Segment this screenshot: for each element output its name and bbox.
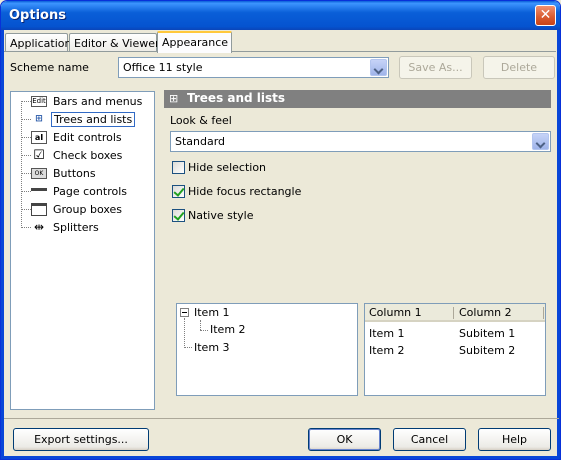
list-cell: Subitem 2: [459, 344, 516, 357]
cancel-button[interactable]: Cancel: [393, 428, 466, 451]
splitter-icon: ⇹: [33, 220, 45, 234]
tree-item-bars-menus[interactable]: Edit Bars and menus: [11, 93, 154, 111]
scheme-combo[interactable]: Office 11 style: [118, 57, 389, 78]
tree-icon: ⊞: [35, 114, 43, 124]
preview-tree[interactable]: Item 1 Item 2 Item 3: [176, 303, 358, 396]
options-window: Options ✕ Application Editor & Viewers A…: [0, 0, 561, 460]
tab-editor-viewers[interactable]: Editor & Viewers: [69, 33, 165, 52]
preview-tree-item[interactable]: Item 1: [194, 306, 230, 319]
hide-selection-checkbox[interactable]: Hide selection: [172, 161, 292, 176]
tree-item-buttons[interactable]: OK Buttons: [11, 165, 154, 183]
tree-item-check-boxes[interactable]: ☑ Check boxes: [11, 147, 154, 165]
scheme-name-label: Scheme name: [10, 61, 89, 74]
checkbox-box[interactable]: [172, 185, 185, 198]
close-button[interactable]: ✕: [535, 5, 556, 26]
list-header: Column 1 Column 2: [365, 304, 545, 322]
menu-bar-icon: Edit: [31, 96, 47, 107]
section-header: ⊞ Trees and lists: [164, 90, 551, 108]
native-style-checkbox[interactable]: Native style: [172, 209, 272, 224]
help-button[interactable]: Help: [478, 428, 551, 451]
tab-application[interactable]: Application: [5, 33, 71, 52]
collapse-icon[interactable]: [180, 308, 189, 317]
title-bar[interactable]: Options ✕: [1, 1, 560, 30]
frame-bottom: [1, 456, 560, 459]
checkbox-box[interactable]: [172, 209, 185, 222]
section-title: Trees and lists: [187, 91, 286, 105]
ok-button[interactable]: OK: [308, 428, 381, 451]
preview-tree-item[interactable]: Item 3: [194, 341, 230, 354]
chevron-down-icon[interactable]: [370, 59, 387, 76]
hide-focus-rect-checkbox[interactable]: Hide focus rectangle: [172, 185, 312, 200]
separator: [4, 418, 559, 419]
tab-page-border: [4, 51, 556, 52]
edit-control-icon: aI: [31, 131, 47, 144]
column-header[interactable]: Column 2: [459, 306, 512, 319]
page-control-icon: [31, 188, 47, 196]
export-settings-button[interactable]: Export settings...: [13, 428, 149, 451]
look-feel-combo[interactable]: Standard: [170, 131, 551, 152]
column-header[interactable]: Column 1: [369, 306, 422, 319]
button-icon: OK: [31, 168, 47, 179]
tree-item-page-controls[interactable]: Page controls: [11, 183, 154, 201]
checkbox-box[interactable]: [172, 161, 185, 174]
tree-item-group-boxes[interactable]: Group boxes: [11, 201, 154, 219]
scheme-value: Office 11 style: [123, 61, 203, 74]
tree-item-edit-controls[interactable]: aI Edit controls: [11, 129, 154, 147]
look-feel-label: Look & feel: [170, 114, 232, 127]
save-as-button[interactable]: Save As...: [399, 56, 472, 79]
list-cell: Subitem 1: [459, 327, 516, 340]
frame-right: [557, 30, 560, 459]
tree-icon: ⊞: [169, 92, 179, 105]
close-icon: ✕: [539, 7, 552, 23]
list-cell[interactable]: Item 2: [369, 344, 405, 357]
list-cell[interactable]: Item 1: [369, 327, 405, 340]
tree-item-splitters[interactable]: ⇹ Splitters: [11, 219, 154, 237]
preview-tree-item[interactable]: Item 2: [210, 323, 246, 336]
checkbox-icon: ☑: [33, 148, 45, 163]
frame-left: [1, 30, 4, 459]
delete-button[interactable]: Delete: [483, 56, 555, 79]
tab-appearance[interactable]: Appearance: [157, 31, 232, 53]
chevron-down-icon[interactable]: [532, 133, 549, 150]
preview-list[interactable]: Column 1 Column 2 Item 1 Subitem 1 Item …: [364, 303, 546, 396]
category-tree[interactable]: Edit Bars and menus ⊞ Trees and lists aI…: [10, 91, 155, 410]
look-feel-value: Standard: [175, 135, 226, 148]
tree-item-trees-lists[interactable]: ⊞ Trees and lists: [11, 111, 154, 129]
window-title: Options: [9, 8, 66, 23]
group-box-icon: [31, 203, 47, 216]
